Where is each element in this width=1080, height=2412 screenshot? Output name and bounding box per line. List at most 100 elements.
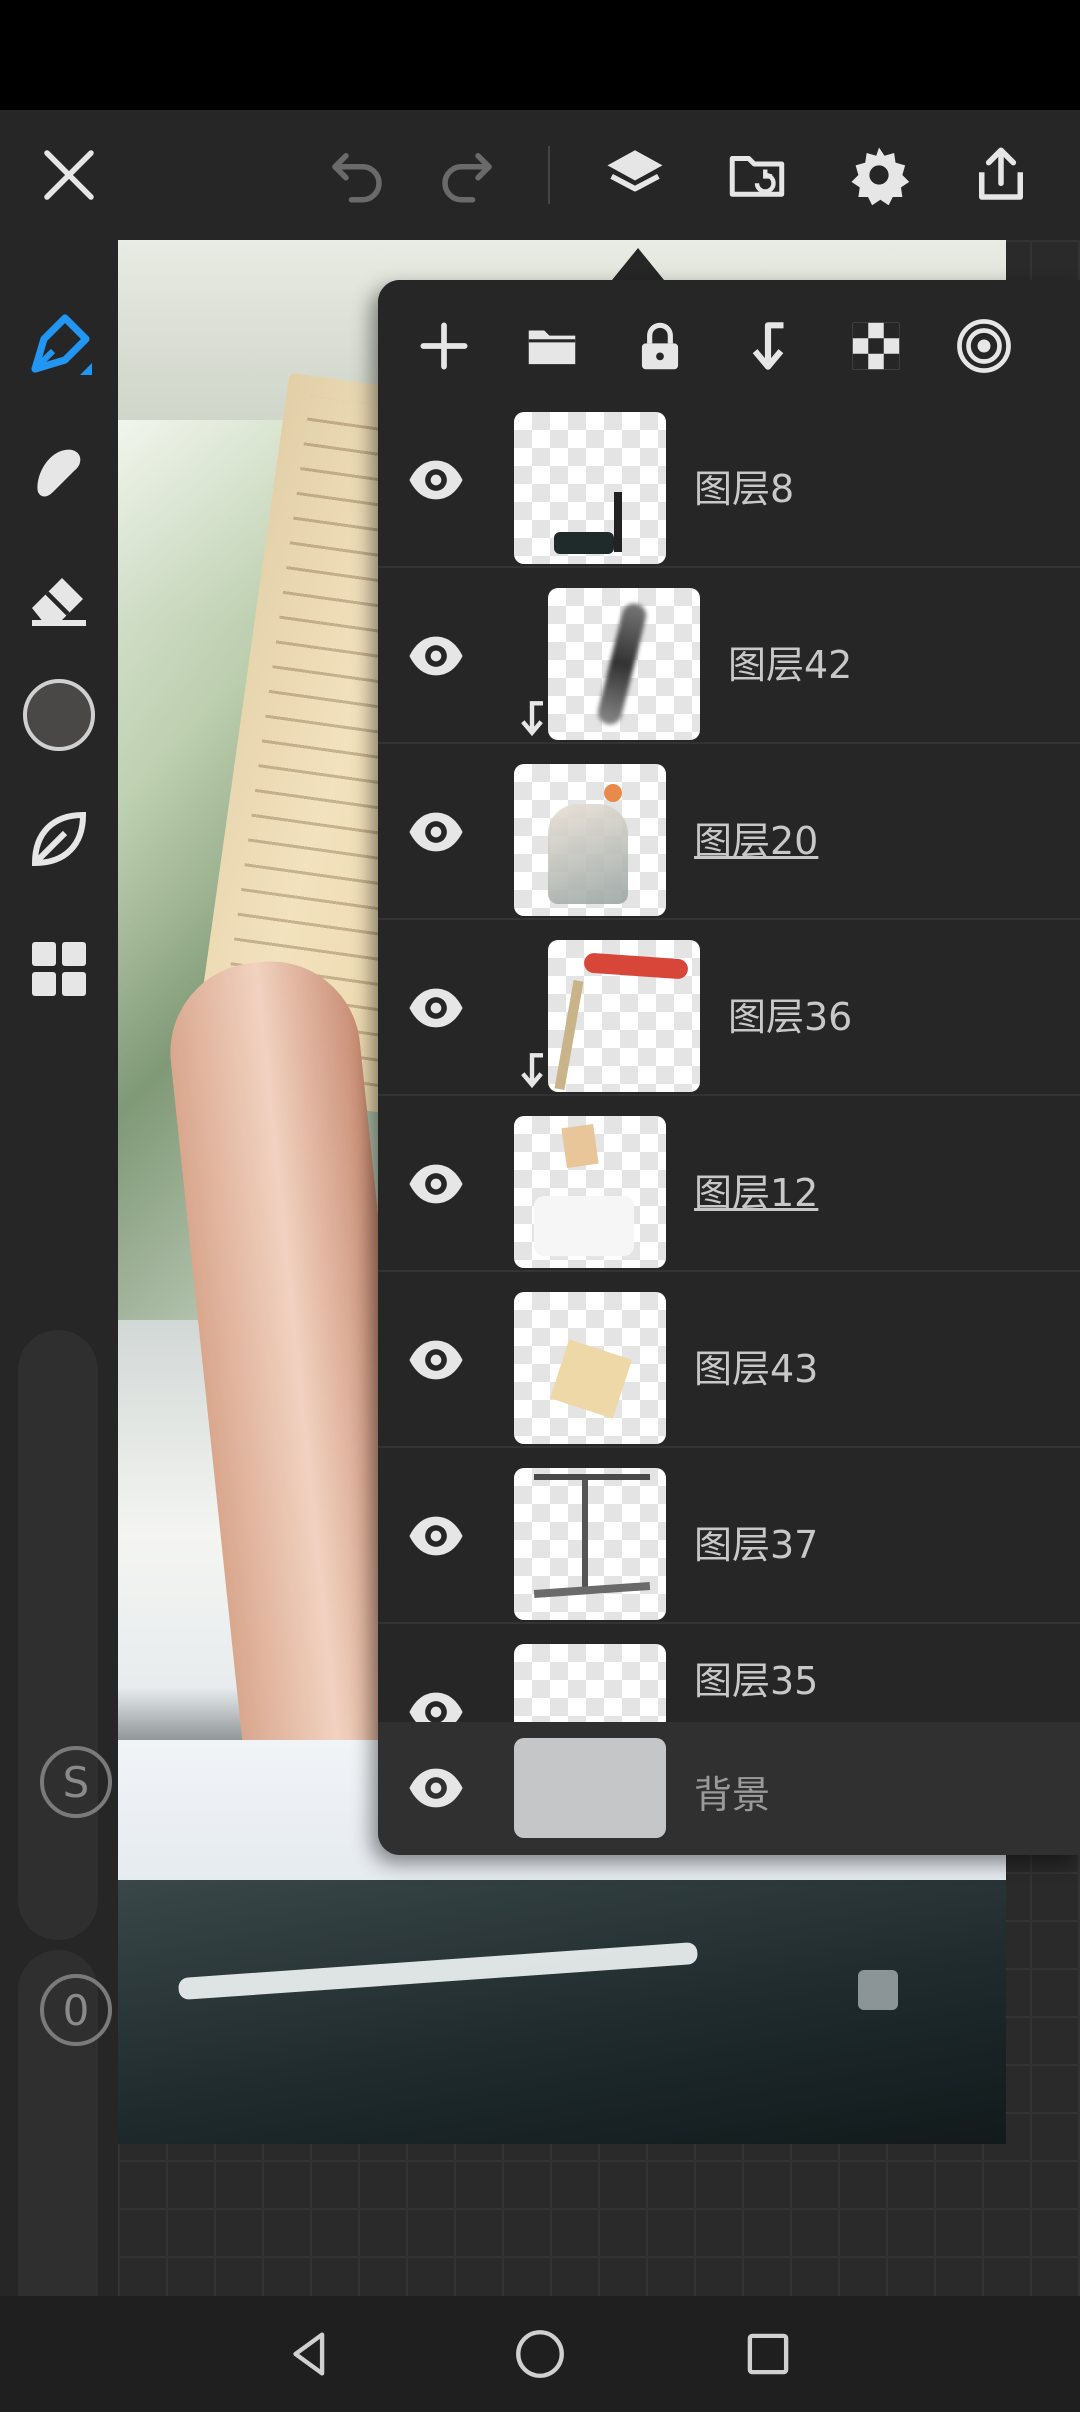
background-layer-row[interactable]: 背景 [378,1722,1080,1855]
import-folder-button[interactable] [712,130,802,220]
layer-visibility-toggle[interactable] [400,1148,472,1220]
eye-icon [409,812,463,852]
layer-name: 图层37 [694,1523,819,1567]
layer-visibility-toggle[interactable] [400,796,472,868]
redo-button[interactable] [422,130,512,220]
layer-thumbnail [514,1468,666,1620]
layer-thumbnail [514,764,666,916]
smudge-icon [37,449,81,497]
status-bar [0,0,1080,110]
leaf-icon [31,811,87,867]
eye-icon [409,1692,463,1722]
eye-icon [409,1516,463,1556]
layers-icon [607,150,663,192]
size-badge: S [40,1746,112,1818]
add-folder-button[interactable] [514,308,590,384]
current-color-swatch [23,679,95,751]
opacity-badge: 0 [40,1974,112,2046]
eraser-tool-button[interactable] [14,554,104,644]
app-screen: { "layers_panel": { "layers": [ {"name":… [0,0,1080,2412]
layer-row[interactable]: 图层42 [378,568,1080,744]
layer-thumbnail [514,412,666,564]
color-picker-button[interactable] [14,670,104,760]
layer-row[interactable]: 图层12 [378,1096,1080,1272]
layer-row[interactable]: 图层8 [378,412,1080,568]
share-icon [979,147,1023,200]
share-button[interactable] [956,130,1046,220]
recents-square-icon [747,2333,789,2375]
folder-icon [528,330,576,365]
layer-row[interactable]: 图层43 [378,1272,1080,1448]
layers-panel: 图层8 图层42 图层20 图层36 图层12 图层43 图层37 图层35 背… [378,280,1080,1855]
layer-thumbnail [514,1116,666,1268]
folder-sync-icon [729,156,785,197]
layer-list[interactable]: 图层8 图层42 图层20 图层36 图层12 图层43 图层37 图层35 [378,412,1080,1722]
layer-name: 图层35 [694,1659,819,1703]
layer-visibility-toggle[interactable] [400,444,472,516]
layer-row[interactable]: 图层36 [378,920,1080,1096]
eye-icon [409,988,463,1028]
nav-recents-button[interactable] [728,2314,808,2394]
eye-icon [409,1768,463,1808]
undo-icon [332,153,382,203]
transparency-lock-button[interactable] [838,308,914,384]
reference-layer-button[interactable] [946,308,1022,384]
top-toolbar [0,110,1080,240]
lock-layer-button[interactable] [622,308,698,384]
close-button[interactable] [24,130,114,220]
background-thumbnail [514,1738,666,1838]
layer-name: 图层12 [694,1171,819,1215]
close-icon [44,150,94,200]
settings-button[interactable] [834,130,924,220]
checkerboard-icon [852,322,900,370]
layer-thumbnail [514,1292,666,1444]
nav-home-button[interactable] [500,2314,580,2394]
nav-back-button[interactable] [270,2314,350,2394]
layers-button[interactable] [590,130,680,220]
layer-row[interactable]: 图层20 [378,744,1080,920]
back-triangle-icon [293,2332,325,2376]
background-layer-name: 背景 [694,1773,771,1817]
layer-name: 图层43 [694,1347,819,1391]
layer-row[interactable]: 图层37 [378,1448,1080,1624]
layer-visibility-toggle[interactable] [400,1324,472,1396]
eye-icon [409,636,463,676]
layer-visibility-toggle[interactable] [400,1752,472,1824]
eraser-icon [32,578,86,626]
smudge-tool-button[interactable] [14,426,104,516]
layer-name: 图层8 [694,467,795,511]
eye-icon [409,460,463,500]
art-bag-region [118,1880,1006,2144]
add-layer-button[interactable] [406,308,482,384]
lock-icon [641,322,679,370]
pen-nib-icon [31,314,92,375]
toolbar-divider [548,146,550,204]
layers-panel-caret [612,248,664,280]
layer-thumbnail [514,1644,666,1722]
layer-name: 图层20 [694,819,819,863]
stabilizer-tool-button[interactable] [14,794,104,884]
layer-visibility-toggle[interactable] [400,972,472,1044]
system-nav-bar [0,2296,1080,2412]
clipping-mask-button[interactable] [730,308,806,384]
gear-icon [851,147,910,206]
clip-arrow-icon [752,322,784,370]
layers-toolbar [378,280,1080,412]
layer-name: 图层42 [728,643,853,687]
grid-icon [32,942,86,996]
home-circle-icon [516,2330,564,2378]
brush-tool-button[interactable] [14,300,104,390]
brush-size-slider[interactable]: S [18,1330,112,1940]
eye-icon [409,1340,463,1380]
layer-visibility-toggle[interactable] [400,1676,472,1722]
layer-visibility-toggle[interactable] [400,620,472,692]
target-icon [957,319,1011,373]
redo-icon [442,153,492,203]
layer-row[interactable]: 图层35 [378,1624,1080,1722]
layer-visibility-toggle[interactable] [400,1500,472,1572]
eye-icon [409,1164,463,1204]
undo-button[interactable] [312,130,402,220]
materials-button[interactable] [14,924,104,1014]
plus-icon [420,322,468,370]
layer-thumbnail [548,588,700,740]
